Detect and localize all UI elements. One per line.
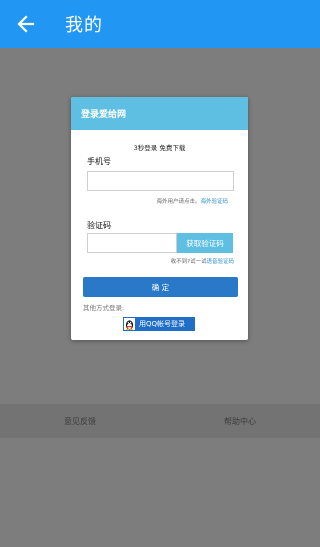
qq-penguin-icon xyxy=(123,317,136,331)
qq-login-button[interactable]: 用QQ帐号登录 xyxy=(123,317,195,331)
overseas-code-link[interactable]: 海外验证码 xyxy=(200,199,228,205)
code-label: 验证码 xyxy=(87,221,111,230)
overseas-hint: 海外用户请点击。海外验证码 xyxy=(156,197,228,205)
help-center-link[interactable]: 帮助中心 xyxy=(224,416,256,427)
phone-label: 手机号 xyxy=(87,157,111,166)
get-code-button[interactable]: 获取验证码 xyxy=(177,233,233,253)
voice-hint: 收不到?试一试语音验证码 xyxy=(171,257,234,265)
dialog-header: 登录爱给网 xyxy=(71,97,248,130)
overseas-hint-text: 海外用户请点击。 xyxy=(156,199,201,205)
tagline: 3秒登录 免费下载 xyxy=(133,144,186,152)
verification-code-input[interactable] xyxy=(87,233,177,253)
login-dialog: 登录爱给网 3秒登录 免费下载 手机号 海外用户请点击。海外验证码 验证码 获取… xyxy=(71,97,248,340)
arrow-left-icon xyxy=(17,15,35,33)
other-login-label: 其他方式登录: xyxy=(83,304,125,312)
page-title: 我的 xyxy=(65,15,103,36)
back-button[interactable] xyxy=(2,0,50,48)
confirm-button[interactable]: 确 定 xyxy=(83,277,238,297)
dialog-title: 登录爱给网 xyxy=(81,110,127,120)
phone-input[interactable] xyxy=(87,171,234,191)
app-bar: 我的 xyxy=(0,0,320,48)
qq-login-label: 用QQ帐号登录 xyxy=(139,320,186,328)
bottom-links: 意见反馈 帮助中心 xyxy=(0,404,320,438)
feedback-link[interactable]: 意见反馈 xyxy=(64,416,96,427)
voice-hint-text: 收不到?试一试 xyxy=(170,259,207,265)
voice-code-link[interactable]: 语音验证码 xyxy=(206,259,234,265)
